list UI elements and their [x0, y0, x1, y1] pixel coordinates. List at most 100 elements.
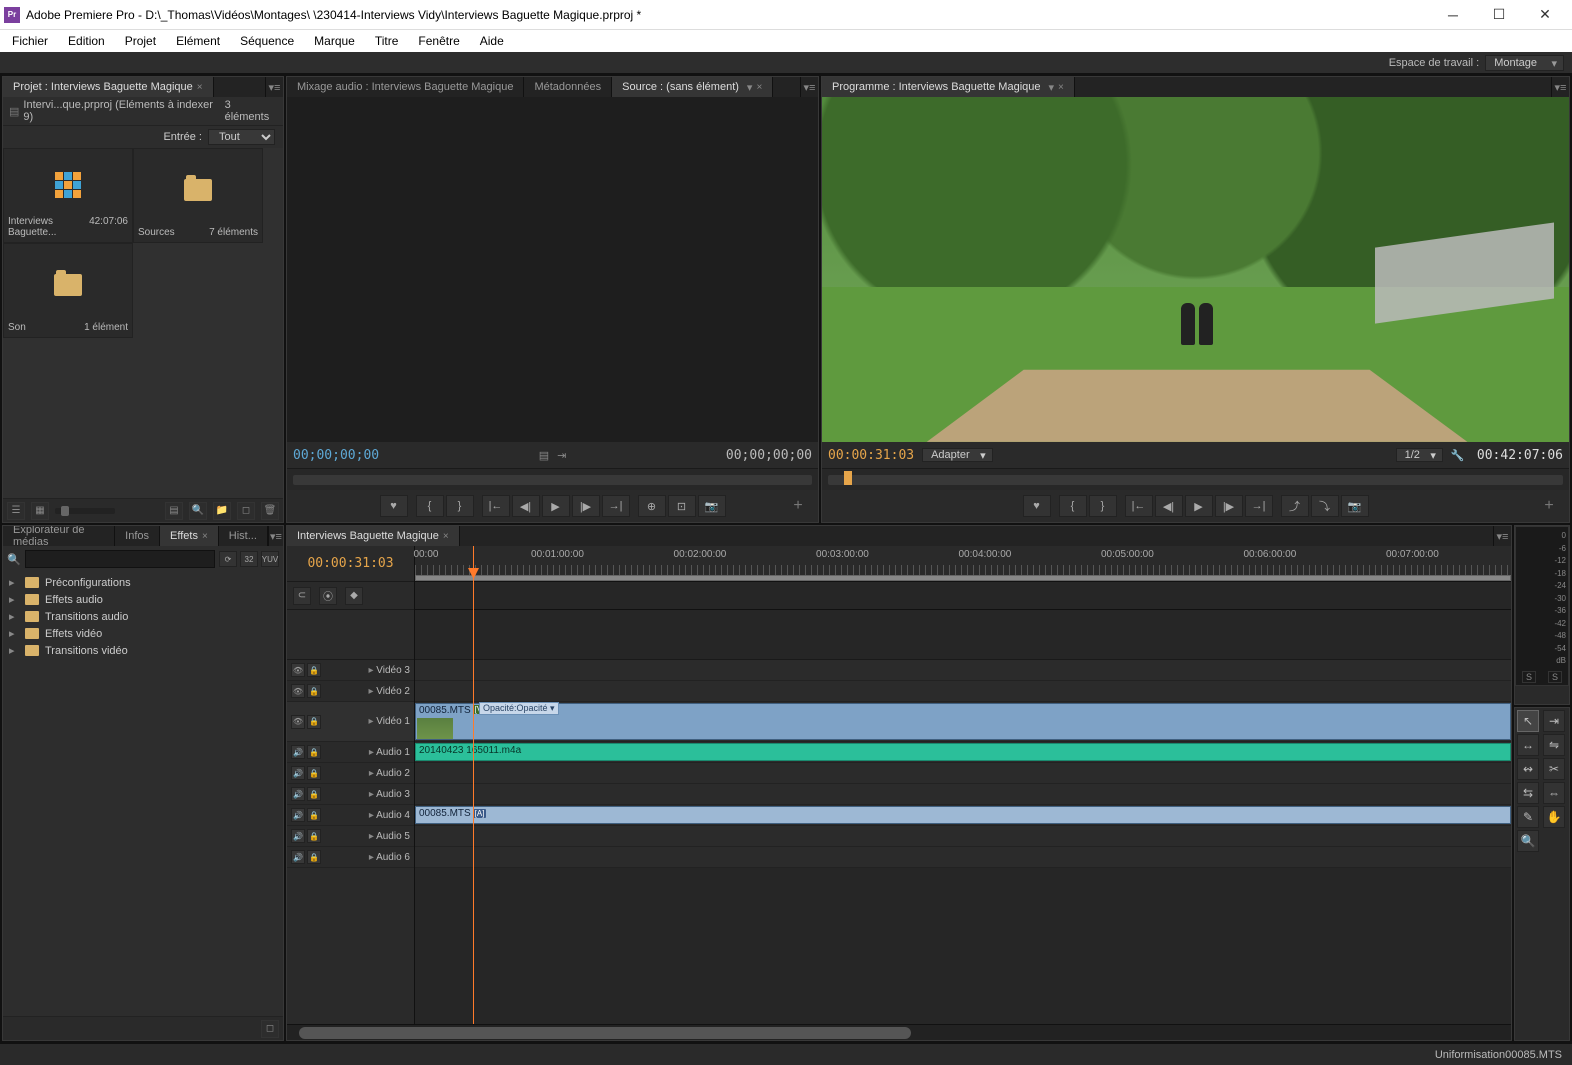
eye-icon[interactable]: 👁: [291, 715, 305, 729]
close-icon[interactable]: ×: [202, 531, 208, 542]
panel-menu-button[interactable]: ▾≡: [1493, 526, 1511, 546]
goto-in-button[interactable]: |←: [1125, 495, 1153, 517]
panel-menu-button[interactable]: ▾≡: [800, 77, 818, 97]
lane-v2[interactable]: [415, 681, 1511, 702]
timeline-tab[interactable]: Interviews Baguette Magique×: [287, 526, 460, 546]
effects-search-input[interactable]: [25, 550, 215, 568]
track-head-a5[interactable]: 🔊🔒S1Audio 5: [287, 826, 414, 847]
tree-audio-transitions[interactable]: ▸Transitions audio: [3, 608, 283, 625]
fx-32bit-badge[interactable]: 32: [240, 551, 258, 567]
new-bin-button[interactable]: 📁: [213, 502, 231, 520]
slip-tool[interactable]: ⇆: [1517, 782, 1539, 804]
timeline-ruler[interactable]: 00:00 00:01:00:00 00:02:00:00 00:03:00:0…: [415, 546, 1511, 582]
entry-select[interactable]: Tout: [208, 129, 275, 145]
close-icon[interactable]: ×: [1058, 82, 1064, 93]
snap-toggle[interactable]: ⦿: [319, 587, 337, 605]
rolling-tool[interactable]: ⇋: [1543, 734, 1565, 756]
bin-sequence[interactable]: Interviews Baguette...42:07:06: [3, 148, 133, 243]
clip-a1[interactable]: 20140423 165011.m4a: [415, 743, 1511, 761]
lane-a5[interactable]: [415, 826, 1511, 847]
add-button[interactable]: +: [784, 495, 812, 517]
wrench-icon[interactable]: 🔧: [1451, 449, 1469, 462]
menu-edition[interactable]: Edition: [58, 32, 115, 50]
lock-icon[interactable]: 🔒: [307, 850, 321, 864]
speaker-icon[interactable]: 🔊: [291, 808, 305, 822]
find-button[interactable]: 🔍: [189, 502, 207, 520]
workspace-select[interactable]: Montage: [1485, 55, 1564, 71]
fx-accel-badge[interactable]: ⟳: [219, 551, 237, 567]
lane-a1[interactable]: 20140423 165011.m4a: [415, 742, 1511, 763]
icon-view-button[interactable]: ▦: [31, 502, 49, 520]
window-close-button[interactable]: ✕: [1522, 0, 1568, 30]
menu-fenetre[interactable]: Fenêtre: [408, 32, 469, 50]
nest-toggle[interactable]: ⊂: [293, 587, 311, 605]
menu-marque[interactable]: Marque: [304, 32, 365, 50]
marker-button[interactable]: ♥: [1023, 495, 1051, 517]
selection-tool[interactable]: ↖: [1517, 710, 1539, 732]
solo-right[interactable]: S: [1548, 671, 1562, 683]
source-tc-in[interactable]: 00;00;00;00: [293, 448, 379, 463]
overwrite-button[interactable]: ⊡: [668, 495, 696, 517]
tab-metadata[interactable]: Métadonnées: [524, 77, 612, 97]
tree-presets[interactable]: ▸Préconfigurations: [3, 574, 283, 591]
mark-in-button[interactable]: {: [1059, 495, 1087, 517]
lane-a6[interactable]: [415, 847, 1511, 868]
menu-titre[interactable]: Titre: [365, 32, 409, 50]
lane-v1[interactable]: 00085.MTS[V] Opacité:Opacité ▾: [415, 702, 1511, 742]
lock-icon[interactable]: 🔒: [307, 829, 321, 843]
lane-a2[interactable]: [415, 763, 1511, 784]
lane-a4[interactable]: 00085.MTS[A]: [415, 805, 1511, 826]
goto-out-button[interactable]: →|: [602, 495, 630, 517]
lock-icon[interactable]: 🔒: [307, 766, 321, 780]
step-forward-button[interactable]: |▶: [1215, 495, 1243, 517]
menu-sequence[interactable]: Séquence: [230, 32, 304, 50]
bin-son[interactable]: Son1 élément: [3, 243, 133, 338]
window-maximize-button[interactable]: ☐: [1476, 0, 1522, 30]
delete-button[interactable]: 🗑: [261, 502, 279, 520]
mark-out-button[interactable]: }: [446, 495, 474, 517]
zoom-select[interactable]: 1/2▾: [1396, 448, 1443, 462]
step-back-button[interactable]: ◀|: [512, 495, 540, 517]
razor-tool[interactable]: ✂: [1543, 758, 1565, 780]
speaker-icon[interactable]: 🔊: [291, 850, 305, 864]
track-head-a2[interactable]: 🔊🔒Audio 2: [287, 763, 414, 784]
tab-program[interactable]: Programme : Interviews Baguette Magique▾…: [822, 77, 1075, 97]
lock-icon[interactable]: 🔒: [307, 715, 321, 729]
source-monitor-view[interactable]: [287, 97, 818, 442]
extract-button[interactable]: ⤵: [1311, 495, 1339, 517]
speaker-icon[interactable]: 🔊: [291, 829, 305, 843]
tab-history[interactable]: Hist...: [219, 526, 268, 546]
lock-icon[interactable]: 🔒: [307, 684, 321, 698]
goto-in-button[interactable]: |←: [482, 495, 510, 517]
close-icon[interactable]: ×: [756, 82, 762, 93]
track-head-a6[interactable]: 🔊🔒S1Audio 6: [287, 847, 414, 868]
lane-a3[interactable]: [415, 784, 1511, 805]
program-scrubber[interactable]: [822, 468, 1569, 490]
step-back-button[interactable]: ◀|: [1155, 495, 1183, 517]
tree-video-transitions[interactable]: ▸Transitions vidéo: [3, 642, 283, 659]
play-button[interactable]: ▶: [1185, 495, 1213, 517]
tab-infos[interactable]: Infos: [115, 526, 160, 546]
menu-element[interactable]: Elément: [166, 32, 230, 50]
panel-menu-button[interactable]: ▾≡: [1551, 77, 1569, 97]
playhead-marker[interactable]: [844, 471, 852, 485]
panel-menu-button[interactable]: ▾≡: [268, 526, 283, 546]
track-head-a1[interactable]: 🔊🔒Audio 1: [287, 742, 414, 763]
lock-icon[interactable]: 🔒: [307, 745, 321, 759]
bin-sources[interactable]: Sources7 éléments: [133, 148, 263, 243]
source-scrubber[interactable]: [287, 468, 818, 490]
timeline-tc[interactable]: 00:00:31:03: [307, 556, 393, 571]
insert-button[interactable]: ⊕: [638, 495, 666, 517]
menu-aide[interactable]: Aide: [470, 32, 514, 50]
fx-yuv-badge[interactable]: YUV: [261, 551, 279, 567]
menu-fichier[interactable]: Fichier: [2, 32, 58, 50]
tab-media-browser[interactable]: Explorateur de médias: [3, 526, 115, 546]
play-button[interactable]: ▶: [542, 495, 570, 517]
track-head-v3[interactable]: 👁🔒Vidéo 3: [287, 660, 414, 681]
slide-tool[interactable]: ⇔: [1543, 782, 1565, 804]
track-head-a3[interactable]: 🔊🔒Audio 3: [287, 784, 414, 805]
export-frame-button[interactable]: 📷: [1341, 495, 1369, 517]
zoom-tool[interactable]: 🔍: [1517, 830, 1539, 852]
ripple-tool[interactable]: ↔: [1517, 734, 1539, 756]
tree-video-effects[interactable]: ▸Effets vidéo: [3, 625, 283, 642]
